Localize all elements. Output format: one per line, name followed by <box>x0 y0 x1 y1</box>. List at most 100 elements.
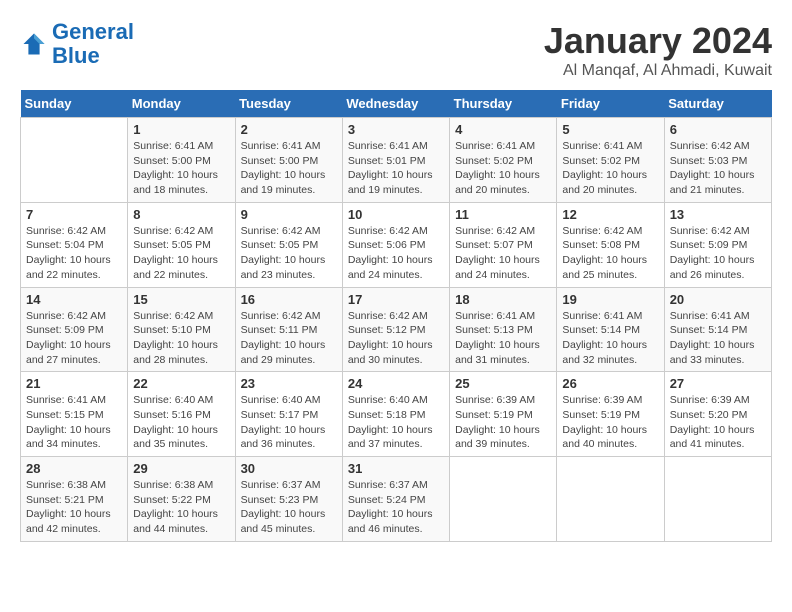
day-info: Sunrise: 6:42 AM Sunset: 5:03 PM Dayligh… <box>670 139 766 198</box>
col-header-sunday: Sunday <box>21 90 128 118</box>
calendar-week-row: 14 Sunrise: 6:42 AM Sunset: 5:09 PM Dayli… <box>21 287 772 372</box>
day-info: Sunrise: 6:42 AM Sunset: 5:05 PM Dayligh… <box>241 224 337 283</box>
col-header-tuesday: Tuesday <box>235 90 342 118</box>
day-number: 8 <box>133 207 229 222</box>
day-info: Sunrise: 6:40 AM Sunset: 5:16 PM Dayligh… <box>133 393 229 452</box>
calendar-cell: 27 Sunrise: 6:39 AM Sunset: 5:20 PM Dayli… <box>664 372 771 457</box>
day-info: Sunrise: 6:37 AM Sunset: 5:23 PM Dayligh… <box>241 478 337 537</box>
day-number: 19 <box>562 292 658 307</box>
day-info: Sunrise: 6:42 AM Sunset: 5:11 PM Dayligh… <box>241 309 337 368</box>
calendar-cell: 28 Sunrise: 6:38 AM Sunset: 5:21 PM Dayli… <box>21 457 128 542</box>
calendar-cell <box>664 457 771 542</box>
page-header: General Blue January 2024 Al Manqaf, Al … <box>20 20 772 80</box>
calendar-cell: 15 Sunrise: 6:42 AM Sunset: 5:10 PM Dayli… <box>128 287 235 372</box>
logo-line1: General <box>52 19 134 44</box>
day-number: 18 <box>455 292 551 307</box>
day-info: Sunrise: 6:41 AM Sunset: 5:00 PM Dayligh… <box>241 139 337 198</box>
day-number: 13 <box>670 207 766 222</box>
calendar-title: January 2024 <box>544 20 772 62</box>
calendar-subtitle: Al Manqaf, Al Ahmadi, Kuwait <box>544 62 772 80</box>
calendar-cell: 13Sunrise: 6:42 AM Sunset: 5:09 PM Dayli… <box>664 202 771 287</box>
day-number: 23 <box>241 376 337 391</box>
calendar-cell <box>450 457 557 542</box>
day-number: 4 <box>455 122 551 137</box>
day-info: Sunrise: 6:41 AM Sunset: 5:14 PM Dayligh… <box>670 309 766 368</box>
calendar-cell: 9 Sunrise: 6:42 AM Sunset: 5:05 PM Daylig… <box>235 202 342 287</box>
logo-icon <box>20 30 48 58</box>
day-info: Sunrise: 6:41 AM Sunset: 5:02 PM Dayligh… <box>562 139 658 198</box>
day-number: 6 <box>670 122 766 137</box>
day-info: Sunrise: 6:40 AM Sunset: 5:18 PM Dayligh… <box>348 393 444 452</box>
calendar-week-row: 7Sunrise: 6:42 AM Sunset: 5:04 PM Daylig… <box>21 202 772 287</box>
col-header-thursday: Thursday <box>450 90 557 118</box>
day-number: 31 <box>348 461 444 476</box>
calendar-cell: 29 Sunrise: 6:38 AM Sunset: 5:22 PM Dayli… <box>128 457 235 542</box>
col-header-saturday: Saturday <box>664 90 771 118</box>
day-info: Sunrise: 6:39 AM Sunset: 5:19 PM Dayligh… <box>455 393 551 452</box>
day-number: 22 <box>133 376 229 391</box>
day-info: Sunrise: 6:39 AM Sunset: 5:20 PM Dayligh… <box>670 393 766 452</box>
day-number: 28 <box>26 461 122 476</box>
day-info: Sunrise: 6:42 AM Sunset: 5:04 PM Dayligh… <box>26 224 122 283</box>
day-info: Sunrise: 6:42 AM Sunset: 5:09 PM Dayligh… <box>26 309 122 368</box>
calendar-cell: 2Sunrise: 6:41 AM Sunset: 5:00 PM Daylig… <box>235 118 342 203</box>
day-number: 20 <box>670 292 766 307</box>
day-number: 30 <box>241 461 337 476</box>
calendar-cell: 25 Sunrise: 6:39 AM Sunset: 5:19 PM Dayli… <box>450 372 557 457</box>
day-number: 14 <box>26 292 122 307</box>
day-number: 21 <box>26 376 122 391</box>
day-info: Sunrise: 6:41 AM Sunset: 5:00 PM Dayligh… <box>133 139 229 198</box>
day-info: Sunrise: 6:38 AM Sunset: 5:22 PM Dayligh… <box>133 478 229 537</box>
day-number: 11 <box>455 207 551 222</box>
day-info: Sunrise: 6:39 AM Sunset: 5:19 PM Dayligh… <box>562 393 658 452</box>
calendar-table: SundayMondayTuesdayWednesdayThursdayFrid… <box>20 90 772 542</box>
day-info: Sunrise: 6:42 AM Sunset: 5:06 PM Dayligh… <box>348 224 444 283</box>
day-number: 29 <box>133 461 229 476</box>
calendar-cell <box>21 118 128 203</box>
calendar-cell: 24 Sunrise: 6:40 AM Sunset: 5:18 PM Dayli… <box>342 372 449 457</box>
calendar-cell: 10Sunrise: 6:42 AM Sunset: 5:06 PM Dayli… <box>342 202 449 287</box>
calendar-cell: 20 Sunrise: 6:41 AM Sunset: 5:14 PM Dayli… <box>664 287 771 372</box>
title-block: January 2024 Al Manqaf, Al Ahmadi, Kuwai… <box>544 20 772 80</box>
day-number: 26 <box>562 376 658 391</box>
day-info: Sunrise: 6:37 AM Sunset: 5:24 PM Dayligh… <box>348 478 444 537</box>
calendar-cell: 21Sunrise: 6:41 AM Sunset: 5:15 PM Dayli… <box>21 372 128 457</box>
calendar-cell: 12Sunrise: 6:42 AM Sunset: 5:08 PM Dayli… <box>557 202 664 287</box>
day-number: 9 <box>241 207 337 222</box>
day-number: 1 <box>133 122 229 137</box>
day-number: 27 <box>670 376 766 391</box>
calendar-cell: 3 Sunrise: 6:41 AM Sunset: 5:01 PM Daylig… <box>342 118 449 203</box>
calendar-cell: 19 Sunrise: 6:41 AM Sunset: 5:14 PM Dayli… <box>557 287 664 372</box>
col-header-monday: Monday <box>128 90 235 118</box>
day-info: Sunrise: 6:41 AM Sunset: 5:02 PM Dayligh… <box>455 139 551 198</box>
calendar-cell: 7Sunrise: 6:42 AM Sunset: 5:04 PM Daylig… <box>21 202 128 287</box>
calendar-cell: 8Sunrise: 6:42 AM Sunset: 5:05 PM Daylig… <box>128 202 235 287</box>
calendar-cell: 6 Sunrise: 6:42 AM Sunset: 5:03 PM Daylig… <box>664 118 771 203</box>
calendar-cell: 4 Sunrise: 6:41 AM Sunset: 5:02 PM Daylig… <box>450 118 557 203</box>
calendar-week-row: 1 Sunrise: 6:41 AM Sunset: 5:00 PM Daylig… <box>21 118 772 203</box>
calendar-cell: 31 Sunrise: 6:37 AM Sunset: 5:24 PM Dayli… <box>342 457 449 542</box>
calendar-cell: 22 Sunrise: 6:40 AM Sunset: 5:16 PM Dayli… <box>128 372 235 457</box>
day-info: Sunrise: 6:38 AM Sunset: 5:21 PM Dayligh… <box>26 478 122 537</box>
day-info: Sunrise: 6:41 AM Sunset: 5:01 PM Dayligh… <box>348 139 444 198</box>
day-number: 3 <box>348 122 444 137</box>
calendar-header-row: SundayMondayTuesdayWednesdayThursdayFrid… <box>21 90 772 118</box>
calendar-cell: 11Sunrise: 6:42 AM Sunset: 5:07 PM Dayli… <box>450 202 557 287</box>
calendar-week-row: 28 Sunrise: 6:38 AM Sunset: 5:21 PM Dayli… <box>21 457 772 542</box>
day-info: Sunrise: 6:42 AM Sunset: 5:10 PM Dayligh… <box>133 309 229 368</box>
day-number: 12 <box>562 207 658 222</box>
calendar-cell: 1 Sunrise: 6:41 AM Sunset: 5:00 PM Daylig… <box>128 118 235 203</box>
calendar-cell: 14 Sunrise: 6:42 AM Sunset: 5:09 PM Dayli… <box>21 287 128 372</box>
day-number: 25 <box>455 376 551 391</box>
day-number: 24 <box>348 376 444 391</box>
logo: General Blue <box>20 20 134 68</box>
calendar-cell: 26 Sunrise: 6:39 AM Sunset: 5:19 PM Dayli… <box>557 372 664 457</box>
day-info: Sunrise: 6:41 AM Sunset: 5:14 PM Dayligh… <box>562 309 658 368</box>
logo-line2: Blue <box>52 43 100 68</box>
day-number: 16 <box>241 292 337 307</box>
col-header-friday: Friday <box>557 90 664 118</box>
day-number: 17 <box>348 292 444 307</box>
day-info: Sunrise: 6:41 AM Sunset: 5:13 PM Dayligh… <box>455 309 551 368</box>
calendar-cell: 23Sunrise: 6:40 AM Sunset: 5:17 PM Dayli… <box>235 372 342 457</box>
day-number: 15 <box>133 292 229 307</box>
